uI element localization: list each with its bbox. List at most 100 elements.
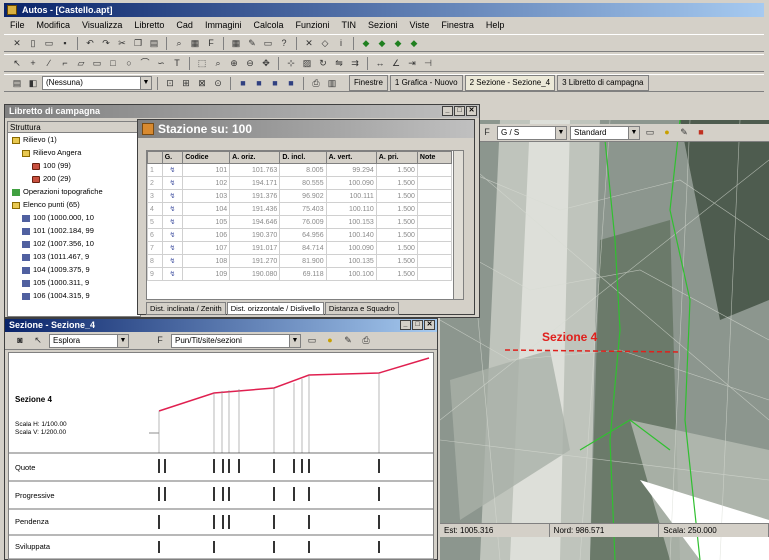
info-icon[interactable]: i [334, 37, 348, 50]
table-cell[interactable]: 1.500 [375, 241, 418, 255]
grid-icon[interactable]: ▦ [229, 37, 243, 50]
map-view[interactable]: Sezione 4 [440, 120, 769, 560]
column-header[interactable] [147, 151, 163, 164]
menu-immagini[interactable]: Immagini [199, 18, 248, 32]
menu-viste[interactable]: Viste [404, 18, 436, 32]
table-cell[interactable] [416, 202, 453, 216]
section-profile[interactable]: Sezione 4 Scala H: 1/100.00 Scala V: 1/2… [8, 352, 434, 560]
table-cell[interactable]: 106 [182, 228, 231, 242]
rotate-icon[interactable]: ↻ [316, 57, 330, 70]
minimize-icon[interactable]: _ [400, 320, 411, 330]
table-cell[interactable]: 75.403 [279, 202, 327, 216]
extend-icon[interactable]: ⇥ [405, 57, 419, 70]
open-folder-icon[interactable]: ▭ [42, 37, 56, 50]
window-tile-icon[interactable]: ▥ [325, 77, 339, 90]
hatch-icon[interactable]: ▨ [300, 57, 314, 70]
menu-libretto[interactable]: Libretto [128, 18, 170, 32]
tree-node[interactable]: Elenco punti (65) [8, 198, 140, 211]
text-tool-icon[interactable]: T [170, 57, 184, 70]
measurements-grid[interactable]: G. Codice A. oriz. D. incl. A. vert. A. pri. N… [146, 150, 464, 300]
table-cell[interactable]: 194.646 [229, 215, 281, 229]
table-cell[interactable]: 191.436 [229, 202, 281, 216]
table-cell[interactable]: 8.005 [279, 163, 327, 177]
table-cell[interactable]: 9 [147, 267, 163, 281]
cut-icon[interactable]: ✕ [10, 37, 24, 50]
select-icon[interactable]: ⬚ [195, 57, 209, 70]
bulb-icon[interactable]: ● [323, 334, 337, 347]
layer-combo[interactable]: (Nessuna) ▼ [42, 76, 152, 90]
tab-dist-inclinata[interactable]: Dist. inclinata / Zenith [146, 302, 226, 315]
column-header[interactable]: A. oriz. [229, 151, 281, 164]
maximize-icon[interactable]: □ [454, 106, 465, 116]
table-cell[interactable]: 100.111 [325, 189, 377, 203]
layer-manager-icon[interactable]: ▤ [10, 77, 24, 90]
menu-funzioni[interactable]: Funzioni [289, 18, 335, 32]
table-row[interactable]: 4 ↯ 104 191.436 75.403 100.110 1.500 [147, 202, 453, 216]
tree-node[interactable]: 104 (1009.375, 9 [8, 263, 140, 276]
table-cell[interactable] [416, 267, 453, 281]
column-header[interactable]: A. pri. [375, 151, 418, 164]
table-cell[interactable]: 191.270 [229, 254, 281, 268]
paste-icon[interactable]: ▤ [147, 37, 161, 50]
table-cell[interactable]: 1.500 [375, 215, 418, 229]
table-row[interactable]: 6 ↯ 106 190.370 64.956 100.140 1.500 [147, 228, 453, 242]
table-cell[interactable] [416, 215, 453, 229]
chevron-down-icon[interactable]: ▼ [117, 334, 128, 347]
print-icon[interactable]: ⎙ [359, 334, 373, 347]
column-header[interactable]: Note [416, 151, 453, 164]
zoom-window-icon[interactable]: ⌕ [211, 57, 225, 70]
color-icon[interactable]: ■ [694, 126, 708, 139]
table-cell[interactable]: 108 [182, 254, 231, 268]
chevron-down-icon[interactable]: ▼ [628, 126, 639, 139]
table-row[interactable]: 3 ↯ 103 191.376 96.902 100.111 1.500 [147, 189, 453, 203]
table-cell[interactable]: 76.009 [279, 215, 327, 229]
menu-modifica[interactable]: Modifica [31, 18, 77, 32]
tree-node[interactable]: 100 (1000.000, 10 [8, 211, 140, 224]
snap-icon[interactable]: ◇ [318, 37, 332, 50]
cut-tool-icon[interactable]: ✂ [115, 37, 129, 50]
view-3-icon[interactable]: ■ [268, 77, 282, 90]
table-cell[interactable]: 100.140 [325, 228, 377, 242]
menu-cad[interactable]: Cad [170, 18, 199, 32]
circle-icon[interactable]: ○ [122, 57, 136, 70]
polyline-icon[interactable]: ⌐ [58, 57, 72, 70]
table-row[interactable]: 8 ↯ 108 191.270 81.900 100.135 1.500 [147, 254, 453, 268]
table-cell[interactable]: 100.090 [325, 176, 377, 190]
menu-tin[interactable]: TIN [336, 18, 363, 32]
map-style-combo[interactable]: Standard ▼ [570, 125, 640, 140]
tab-grafica[interactable]: 1 Grafica - Nuovo [389, 75, 463, 91]
menu-calcola[interactable]: Calcola [247, 18, 289, 32]
view-1-icon[interactable]: ■ [236, 77, 250, 90]
redo-icon[interactable]: ↷ [99, 37, 113, 50]
snap-int-icon[interactable]: ⊠ [195, 77, 209, 90]
structure-tree[interactable]: Struttura Rilievo (1) Rilievo Angera 100 (… [7, 121, 141, 317]
pen-icon[interactable]: ✎ [677, 126, 691, 139]
table-cell[interactable]: 7 [147, 241, 163, 255]
chevron-down-icon[interactable]: ▼ [140, 77, 151, 89]
table-cell[interactable]: 191.017 [229, 241, 281, 255]
menu-finestra[interactable]: Finestra [435, 18, 480, 32]
table-cell[interactable]: 6 [147, 228, 163, 242]
column-header[interactable]: A. vert. [325, 151, 377, 164]
close-icon[interactable]: ✕ [302, 37, 316, 50]
maximize-icon[interactable]: □ [412, 320, 423, 330]
table-row[interactable]: 7 ↯ 107 191.017 84.714 100.090 1.500 [147, 241, 453, 255]
snap-cen-icon[interactable]: ⊙ [211, 77, 225, 90]
layer-icon[interactable]: ▭ [305, 334, 319, 347]
zoom-out-icon[interactable]: ⊖ [243, 57, 257, 70]
font-icon[interactable]: F [204, 37, 218, 50]
table-cell[interactable]: 4 [147, 202, 163, 216]
table-cell[interactable] [416, 254, 453, 268]
tab-finestre[interactable]: Finestre [349, 75, 388, 91]
table-cell[interactable]: 1.500 [375, 202, 418, 216]
zoom-in-icon[interactable]: ⊕ [227, 57, 241, 70]
undo-icon[interactable]: ↶ [83, 37, 97, 50]
table-cell[interactable]: 100.135 [325, 254, 377, 268]
table-cell[interactable]: 96.902 [279, 189, 327, 203]
table-cell[interactable] [416, 176, 453, 190]
tab-distanza-squadro[interactable]: Distanza e Squadro [324, 302, 399, 315]
mirror-icon[interactable]: ⇋ [332, 57, 346, 70]
table-cell[interactable]: 84.714 [279, 241, 327, 255]
snap-mid-icon[interactable]: ⊞ [179, 77, 193, 90]
curve-icon[interactable]: ∽ [154, 57, 168, 70]
